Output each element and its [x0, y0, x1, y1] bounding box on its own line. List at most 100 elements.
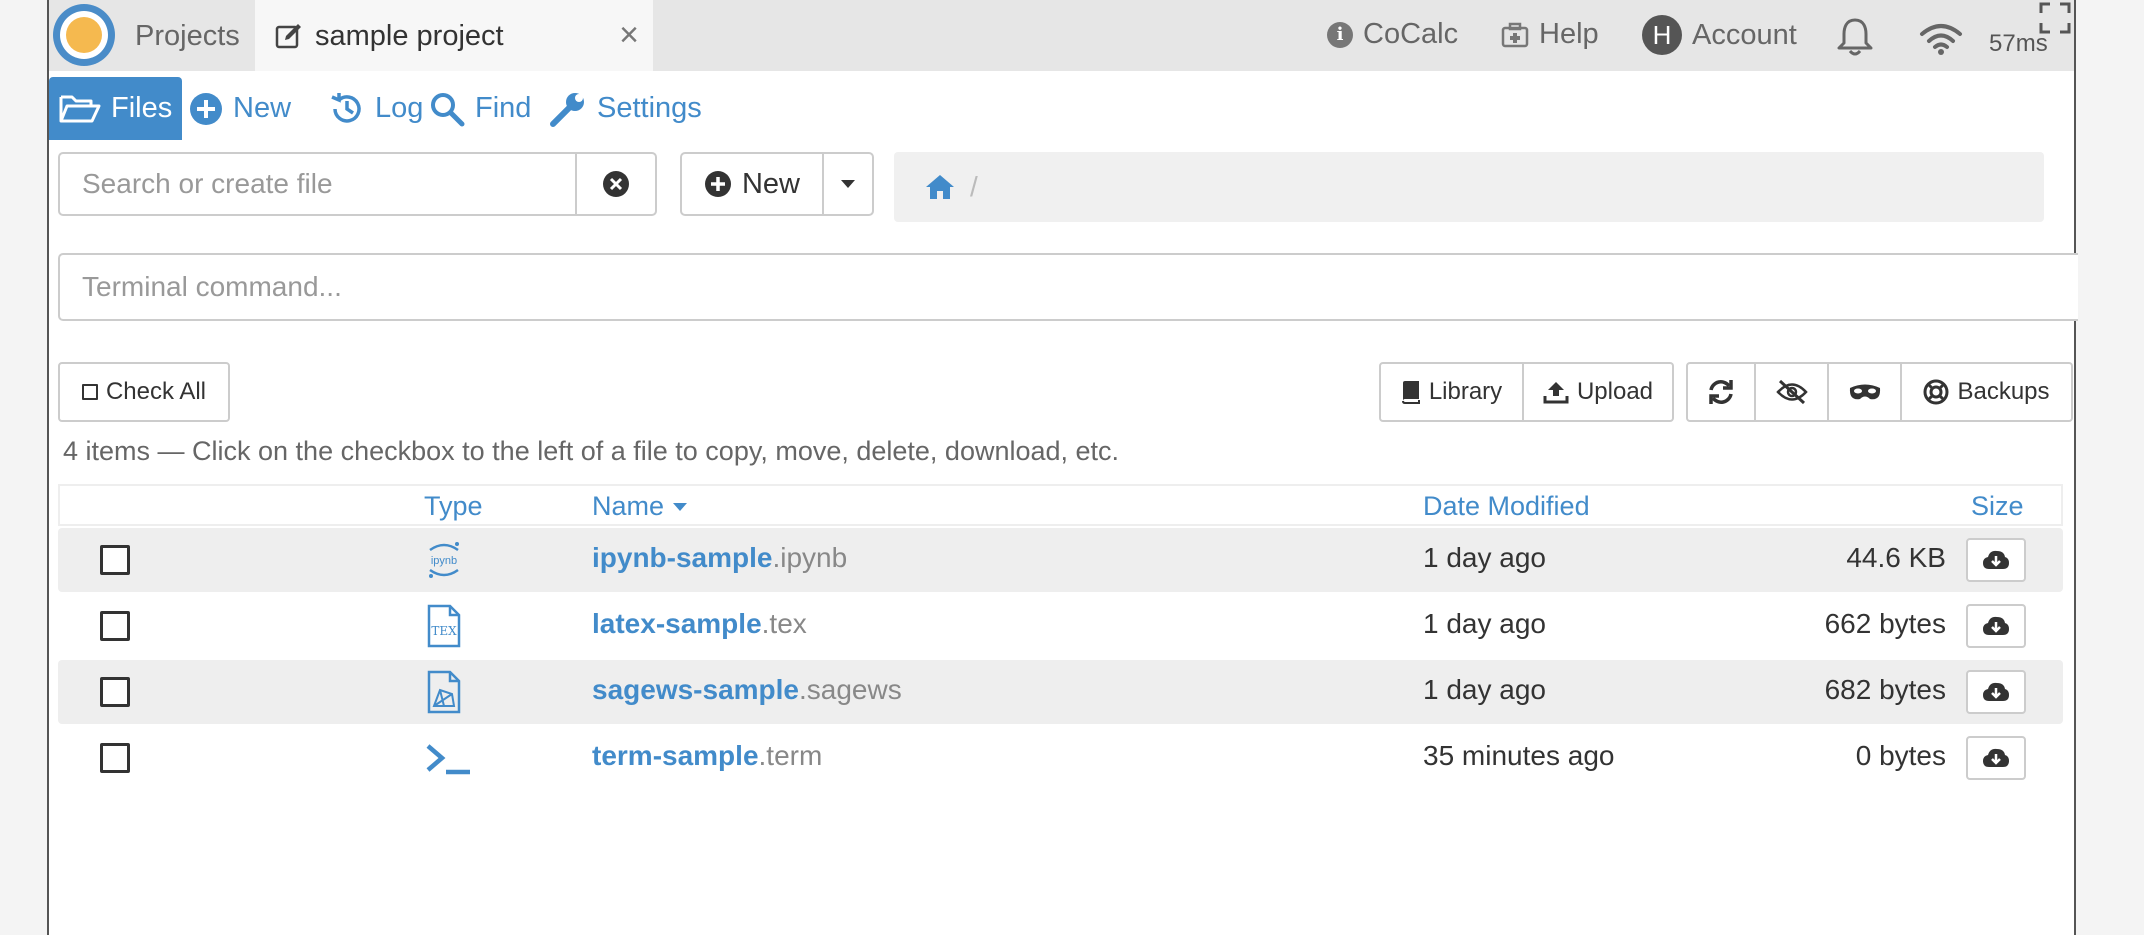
help-label: Help — [1539, 18, 1599, 50]
ping-readout: 57ms — [1989, 30, 2048, 57]
clear-search-button[interactable] — [575, 154, 655, 214]
sage-file-icon — [427, 670, 461, 714]
home-icon[interactable] — [924, 173, 956, 201]
square-icon — [81, 384, 98, 400]
file-size: 44.6 KB — [1846, 542, 1946, 573]
breadcrumb-separator: / — [970, 171, 978, 202]
table-row[interactable]: TEX latex-sample.tex 1 day ago 662 bytes — [58, 594, 2063, 658]
window-frame-left — [0, 0, 49, 935]
file-base-name: term-sample — [592, 740, 759, 771]
items-info: 4 items — Click on the checkbox to the l… — [63, 436, 1120, 466]
new-file-dropdown[interactable] — [822, 154, 872, 214]
new-file-button[interactable]: New — [682, 154, 822, 214]
medkit-icon — [1501, 22, 1529, 47]
close-tab-icon[interactable]: × — [619, 16, 639, 55]
download-button[interactable] — [1966, 604, 2026, 648]
plus-circle-icon — [704, 171, 731, 197]
download-button[interactable] — [1966, 670, 2026, 714]
tab-log-label: Log — [375, 92, 424, 124]
cocalc-logo[interactable] — [53, 4, 115, 66]
library-label: Library — [1428, 378, 1503, 405]
file-base-name: latex-sample — [592, 608, 762, 639]
cocalc-menu[interactable]: i CoCalc — [1327, 18, 1458, 51]
book-icon — [1401, 381, 1420, 404]
check-all-button[interactable]: Check All — [58, 362, 230, 422]
download-button[interactable] — [1966, 736, 2026, 780]
cocalc-app: Projects sample project × i CoCalc Help … — [49, 0, 2078, 935]
caret-down-icon — [841, 180, 855, 188]
file-date: 1 day ago — [1423, 674, 1546, 705]
account-menu[interactable]: H Account — [1642, 15, 1797, 55]
tab-settings[interactable]: Settings — [549, 77, 702, 140]
backups-button[interactable]: Backups — [1902, 362, 2073, 422]
refresh-button[interactable] — [1686, 362, 1756, 422]
tab-new-label: New — [233, 92, 292, 124]
file-name[interactable]: term-sample.term — [592, 740, 822, 772]
file-name[interactable]: ipynb-sample.ipynb — [592, 542, 847, 574]
header-date-modified[interactable]: Date Modified — [1423, 491, 1590, 522]
table-row[interactable]: sagews-sample.sagews 1 day ago 682 bytes — [58, 660, 2063, 724]
row-checkbox[interactable] — [100, 611, 130, 641]
caret-down-icon — [673, 502, 688, 511]
file-extension: .ipynb — [772, 542, 848, 573]
tab-sample-project[interactable]: sample project × — [255, 0, 653, 71]
tab-files-label: Files — [111, 92, 173, 124]
times-circle-icon — [603, 171, 629, 197]
bell-icon[interactable] — [1835, 16, 1875, 58]
refresh-icon — [1709, 380, 1733, 404]
top-bar: Projects sample project × i CoCalc Help … — [49, 0, 2074, 71]
help-menu[interactable]: Help — [1501, 18, 1599, 51]
file-size: 682 bytes — [1824, 674, 1946, 705]
library-button[interactable]: Library — [1379, 362, 1524, 422]
tab-new[interactable]: New — [189, 77, 291, 140]
file-base-name: ipynb-sample — [592, 542, 773, 573]
cocalc-label: CoCalc — [1363, 18, 1459, 50]
jupyter-icon: ipynb — [429, 542, 459, 578]
wifi-icon — [1920, 24, 1962, 55]
projects-tab[interactable]: Projects — [135, 20, 240, 53]
file-size: 662 bytes — [1824, 608, 1946, 639]
plus-circle-icon — [190, 92, 222, 125]
tab-title: sample project — [315, 20, 504, 52]
search-input[interactable] — [60, 154, 575, 214]
new-file-label: New — [741, 167, 800, 200]
header-type[interactable]: Type — [424, 491, 483, 522]
file-extension: .tex — [761, 608, 807, 639]
header-size[interactable]: Size — [1971, 491, 2024, 522]
tab-find[interactable]: Find — [429, 77, 531, 140]
wrench-icon — [550, 92, 584, 127]
file-table-header: Type Name Date Modified Size — [58, 484, 2063, 526]
row-checkbox[interactable] — [100, 677, 130, 707]
file-size: 0 bytes — [1855, 740, 1946, 771]
header-name[interactable]: Name — [592, 491, 688, 522]
file-date: 1 day ago — [1423, 542, 1546, 573]
check-all-label: Check All — [105, 378, 207, 405]
table-row[interactable]: term-sample.term 35 minutes ago 0 bytes — [58, 726, 2063, 790]
toggle-hidden-files-button[interactable] — [1756, 362, 1829, 422]
file-date: 35 minutes ago — [1423, 740, 1615, 771]
folder-open-icon — [59, 95, 101, 122]
terminal-command-input[interactable] — [58, 253, 2078, 321]
tab-find-label: Find — [475, 92, 532, 124]
upload-icon — [1543, 382, 1569, 404]
row-checkbox[interactable] — [100, 545, 130, 575]
toggle-masked-files-button[interactable] — [1829, 362, 1902, 422]
eye-slash-icon — [1775, 379, 1808, 405]
life-ring-icon — [1923, 379, 1949, 405]
download-button[interactable] — [1966, 538, 2026, 582]
new-file-split-button: New — [680, 152, 874, 216]
search-icon — [431, 92, 465, 126]
file-name[interactable]: latex-sample.tex — [592, 608, 807, 640]
tex-file-icon: TEX — [427, 604, 461, 648]
tab-files[interactable]: Files — [49, 77, 183, 140]
file-base-name: sagews-sample — [592, 674, 799, 705]
tab-log[interactable]: Log — [329, 77, 423, 140]
file-extension: .term — [758, 740, 823, 771]
svg-text:TEX: TEX — [431, 624, 457, 638]
table-row[interactable]: ipynb ipynb-sample.ipynb 1 day ago 44.6 … — [58, 528, 2063, 592]
upload-button[interactable]: Upload — [1524, 362, 1674, 422]
fullscreen-icon[interactable] — [2039, 2, 2071, 34]
backups-label: Backups — [1957, 378, 2050, 405]
file-name[interactable]: sagews-sample.sagews — [592, 674, 902, 706]
row-checkbox[interactable] — [100, 743, 130, 773]
